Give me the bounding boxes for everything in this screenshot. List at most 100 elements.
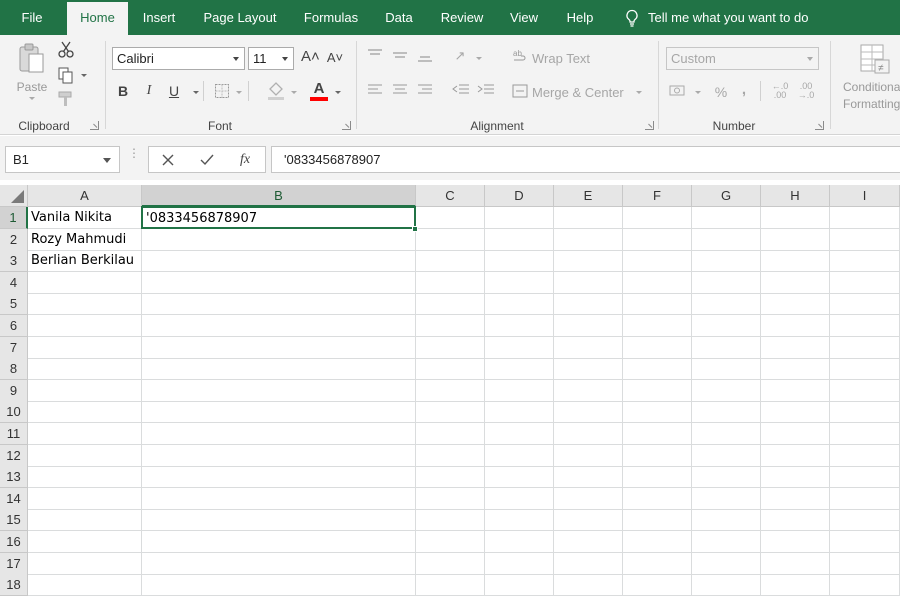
cell-c5[interactable] (416, 293, 485, 316)
cell-d1[interactable] (485, 207, 554, 229)
cell-h15[interactable] (761, 509, 830, 532)
cell-b15[interactable] (142, 509, 416, 532)
conditional-formatting-button[interactable]: ≠ Conditional Formatting (837, 39, 900, 115)
cell-d4[interactable] (485, 271, 554, 294)
cell-c4[interactable] (416, 271, 485, 294)
merge-center-chevron-icon[interactable] (636, 91, 642, 94)
cell-c17[interactable] (416, 552, 485, 575)
row-header-9[interactable]: 9 (0, 379, 28, 402)
cell-a11[interactable] (28, 423, 142, 445)
tab-data[interactable]: Data (378, 0, 420, 35)
cell-a16[interactable] (28, 531, 142, 553)
top-align-icon[interactable] (366, 48, 384, 62)
cell-e18[interactable] (554, 574, 623, 597)
cell-g8[interactable] (692, 358, 761, 381)
select-all-button[interactable] (0, 185, 28, 207)
cell-b17[interactable] (142, 552, 416, 575)
cell-i15[interactable] (830, 509, 900, 532)
tab-page-layout[interactable]: Page Layout (196, 0, 284, 35)
wrap-text-icon[interactable]: ab (512, 48, 528, 64)
cell-i4[interactable] (830, 271, 900, 294)
decrease-font-size-icon[interactable]: A˅ (326, 50, 344, 65)
cell-h6[interactable] (761, 315, 830, 337)
cell-e5[interactable] (554, 293, 623, 316)
cell-g6[interactable] (692, 315, 761, 337)
cell-b12[interactable] (142, 444, 416, 467)
comma-style-button[interactable]: , (738, 81, 750, 98)
cell-g11[interactable] (692, 423, 761, 445)
column-header-g[interactable]: G (692, 185, 761, 207)
column-header-h[interactable]: H (761, 185, 830, 207)
font-size-dropdown[interactable]: 11 (248, 47, 294, 70)
cell-a15[interactable] (28, 509, 142, 532)
cell-i8[interactable] (830, 358, 900, 381)
cell-d11[interactable] (485, 423, 554, 445)
column-header-i[interactable]: I (830, 185, 900, 207)
font-color-button[interactable]: A (310, 80, 328, 102)
lightbulb-icon[interactable] (624, 9, 640, 27)
cell-h17[interactable] (761, 552, 830, 575)
insert-function-button[interactable]: fx (240, 147, 250, 172)
column-header-c[interactable]: C (416, 185, 485, 207)
align-right-icon[interactable] (416, 83, 434, 97)
orientation-chevron-icon[interactable] (476, 57, 482, 60)
number-launcher-icon[interactable] (815, 121, 824, 130)
cell-b8[interactable] (142, 358, 416, 381)
cell-i16[interactable] (830, 531, 900, 553)
borders-icon[interactable] (214, 83, 230, 99)
cell-e11[interactable] (554, 423, 623, 445)
cell-e17[interactable] (554, 552, 623, 575)
row-header-12[interactable]: 12 (0, 444, 28, 467)
format-painter-icon[interactable] (57, 91, 75, 107)
cell-f10[interactable] (623, 401, 692, 424)
cell-b4[interactable] (142, 271, 416, 294)
cell-c16[interactable] (416, 531, 485, 553)
cell-g15[interactable] (692, 509, 761, 532)
cell-e7[interactable] (554, 336, 623, 359)
cell-h10[interactable] (761, 401, 830, 424)
cell-f7[interactable] (623, 336, 692, 359)
cell-d15[interactable] (485, 509, 554, 532)
cell-i18[interactable] (830, 574, 900, 597)
cell-c3[interactable] (416, 250, 485, 273)
cell-c15[interactable] (416, 509, 485, 532)
cell-f17[interactable] (623, 552, 692, 575)
column-header-b[interactable]: B (142, 185, 416, 207)
cell-e3[interactable] (554, 250, 623, 273)
cell-i12[interactable] (830, 444, 900, 467)
increase-indent-icon[interactable] (476, 83, 496, 97)
cell-f4[interactable] (623, 271, 692, 294)
cell-e10[interactable] (554, 401, 623, 424)
cell-i13[interactable] (830, 466, 900, 489)
cell-g3[interactable] (692, 250, 761, 273)
cell-h16[interactable] (761, 531, 830, 553)
cell-a5[interactable] (28, 293, 142, 316)
cell-h4[interactable] (761, 271, 830, 294)
cell-e15[interactable] (554, 509, 623, 532)
cell-b11[interactable] (142, 423, 416, 445)
tell-me-search[interactable]: Tell me what you want to do (648, 0, 828, 35)
cell-c14[interactable] (416, 487, 485, 510)
cell-i6[interactable] (830, 315, 900, 337)
cell-a13[interactable] (28, 466, 142, 489)
cell-a18[interactable] (28, 574, 142, 597)
fill-color-icon[interactable] (266, 81, 286, 101)
cell-g4[interactable] (692, 271, 761, 294)
underline-button[interactable]: U (166, 83, 182, 99)
decrease-indent-icon[interactable] (451, 83, 471, 97)
increase-font-size-icon[interactable]: A˄ (301, 48, 320, 65)
cell-g2[interactable] (692, 228, 761, 251)
cell-d7[interactable] (485, 336, 554, 359)
tab-insert[interactable]: Insert (137, 0, 181, 35)
cell-f1[interactable] (623, 207, 692, 229)
cell-g12[interactable] (692, 444, 761, 467)
cell-h2[interactable] (761, 228, 830, 251)
cell-c18[interactable] (416, 574, 485, 597)
cell-i1[interactable] (830, 207, 900, 229)
cell-g17[interactable] (692, 552, 761, 575)
cell-g9[interactable] (692, 379, 761, 402)
wrap-text-button[interactable]: Wrap Text (532, 51, 590, 66)
cell-b10[interactable] (142, 401, 416, 424)
cell-a12[interactable] (28, 444, 142, 467)
row-header-4[interactable]: 4 (0, 271, 28, 294)
